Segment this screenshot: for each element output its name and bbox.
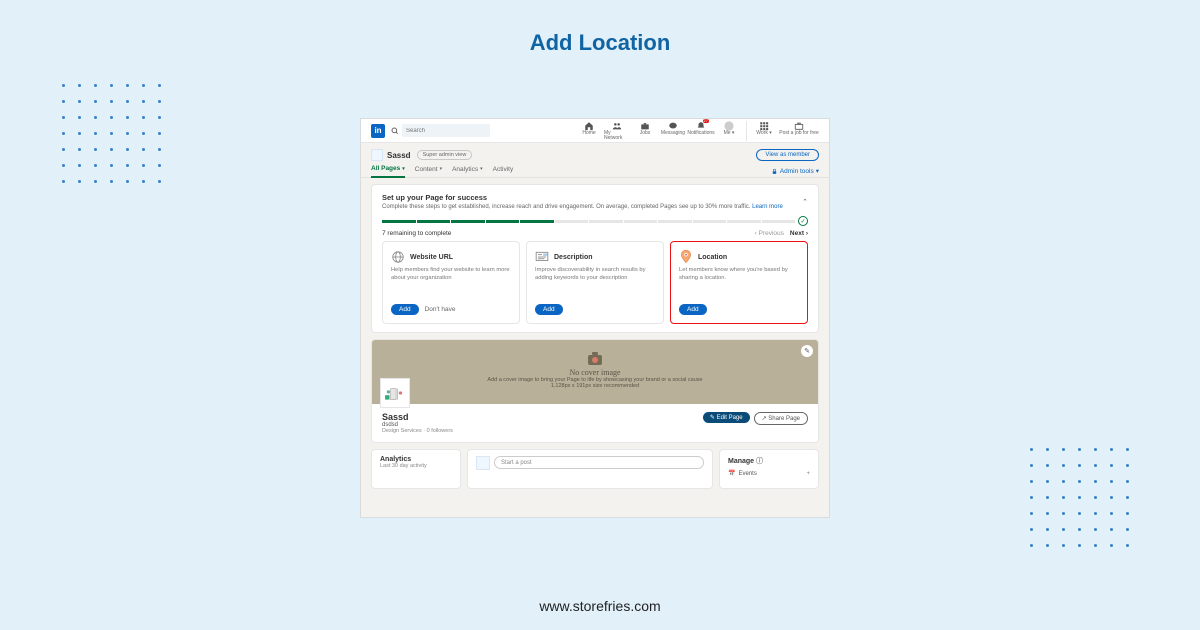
nav-work[interactable]: Work ▾	[751, 121, 777, 141]
nav-messaging[interactable]: Messaging	[660, 121, 686, 141]
setup-card: Set up your Page for success Complete th…	[371, 184, 819, 333]
post-avatar	[476, 456, 490, 470]
post-job-icon	[794, 121, 804, 131]
add-description-button[interactable]: Add	[535, 304, 563, 315]
briefcase-icon	[640, 121, 650, 131]
edit-page-button[interactable]: ✎ Edit Page	[703, 412, 750, 423]
search-icon	[391, 127, 399, 135]
chevron-down-icon: ▾	[402, 166, 405, 172]
nav-home[interactable]: Home	[576, 121, 602, 141]
step-website-url: Website URL Help members find your websi…	[382, 241, 520, 324]
page-logo-small[interactable]	[371, 149, 383, 161]
step-description: Description Improve discoverability in s…	[526, 241, 664, 324]
step-location: Location Let members know where you're b…	[670, 241, 808, 324]
nav-network[interactable]: My Network	[604, 121, 630, 141]
screenshot-frame: in Home My Network Jobs Messaging 27Noti…	[360, 118, 830, 518]
page-title: Add Location	[0, 0, 1200, 56]
page-name: Sassd	[387, 151, 411, 160]
tab-activity[interactable]: Activity	[493, 166, 514, 177]
profile-name: Sassd	[382, 412, 453, 422]
page-avatar[interactable]	[380, 378, 410, 408]
cover-area[interactable]: ✎ No cover image Add a cover image to br…	[372, 340, 818, 404]
search-input[interactable]	[402, 124, 490, 137]
bottom-row: Analytics Last 30 day activity Start a p…	[371, 449, 819, 495]
start-post-card: Start a post	[467, 449, 713, 489]
edit-cover-button[interactable]: ✎	[801, 345, 813, 357]
info-icon[interactable]: ⓘ	[756, 458, 763, 465]
add-location-button[interactable]: Add	[679, 304, 707, 315]
page-header-row: Sassd Super admin view View as member	[361, 143, 829, 161]
progress-bar: ✓	[382, 216, 808, 226]
nav-me[interactable]: Me ▾	[716, 121, 742, 141]
chat-icon	[668, 121, 678, 131]
linkedin-logo[interactable]: in	[371, 124, 385, 138]
progress-complete-icon: ✓	[798, 216, 808, 226]
analytics-card[interactable]: Analytics Last 30 day activity	[371, 449, 461, 489]
start-post-input[interactable]: Start a post	[494, 456, 704, 469]
tab-analytics[interactable]: Analytics▾	[452, 166, 483, 177]
nav-notifications[interactable]: 27Notifications	[688, 121, 714, 141]
globe-icon	[391, 250, 405, 264]
admin-tools-dropdown[interactable]: Admin tools▾	[771, 167, 819, 175]
profile-cover-card: ✎ No cover image Add a cover image to br…	[371, 339, 819, 443]
page-tabs: All Pages▾ Content▾ Analytics▾ Activity …	[361, 161, 829, 178]
location-pin-icon	[679, 250, 693, 264]
home-icon	[584, 121, 594, 131]
camera-icon	[588, 355, 602, 365]
decorative-dots-left	[62, 84, 174, 196]
manage-card: Manage ⓘ 📅Events+	[719, 449, 819, 489]
setup-subtitle: Complete these steps to get established,…	[382, 204, 783, 210]
chevron-down-icon: ▾	[816, 167, 819, 175]
next-button[interactable]: Next ›	[790, 230, 808, 237]
share-page-button[interactable]: ↗ Share Page	[754, 412, 808, 425]
footer-url: www.storefries.com	[0, 598, 1200, 614]
nav-divider	[746, 121, 747, 141]
lock-icon	[771, 168, 778, 175]
nav-jobs[interactable]: Jobs	[632, 121, 658, 141]
remaining-label: 7 remaining to complete	[382, 230, 451, 237]
add-event-button[interactable]: +	[806, 471, 810, 477]
events-link[interactable]: Events	[738, 471, 756, 477]
step-cards-row: Website URL Help members find your websi…	[382, 241, 808, 324]
tab-content[interactable]: Content▾	[415, 166, 442, 177]
cover-line2: 1,128px x 191px size recommended	[551, 383, 639, 389]
chevron-down-icon: ▾	[480, 166, 483, 172]
step-pagination: ‹ Previous Next ›	[755, 230, 808, 237]
admin-view-badge: Super admin view	[417, 150, 473, 160]
tab-all-pages[interactable]: All Pages▾	[371, 165, 405, 178]
add-website-button[interactable]: Add	[391, 304, 419, 315]
collapse-icon[interactable]: ⌃	[802, 198, 808, 206]
chevron-down-icon: ▾	[440, 166, 443, 172]
top-nav-items: Home My Network Jobs Messaging 27Notific…	[576, 121, 819, 141]
view-as-member-button[interactable]: View as member	[756, 149, 819, 161]
people-icon	[612, 121, 622, 131]
decorative-dots-right	[1030, 448, 1142, 560]
description-icon	[535, 250, 549, 264]
learn-more-link[interactable]: Learn more	[752, 204, 783, 210]
nav-post-job[interactable]: Post a job for free	[779, 121, 819, 141]
profile-meta: Design Services · 0 followers	[382, 428, 453, 434]
top-navbar: in Home My Network Jobs Messaging 27Noti…	[361, 119, 829, 143]
cover-title: No cover image	[569, 368, 620, 377]
calendar-icon: 📅	[728, 470, 735, 477]
dont-have-button[interactable]: Don't have	[425, 306, 456, 313]
prev-button[interactable]: ‹ Previous	[755, 230, 784, 237]
setup-title: Set up your Page for success	[382, 193, 783, 202]
bell-icon: 27	[696, 121, 706, 131]
